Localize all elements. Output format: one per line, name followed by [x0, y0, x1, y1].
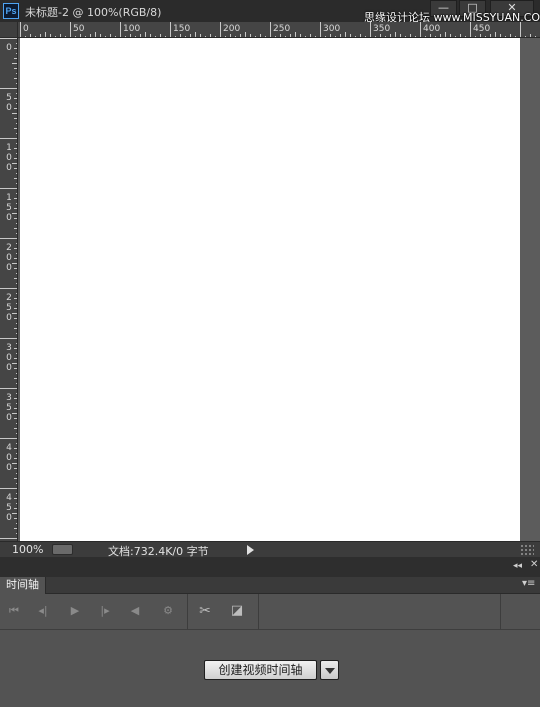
scissors-icon[interactable]: ✂: [197, 603, 213, 619]
ruler-label: 0: [6, 463, 12, 473]
navigator-thumbnail-icon[interactable]: [52, 544, 73, 555]
panel-menu-icon[interactable]: ▾≡: [522, 578, 535, 589]
ruler-label: 250: [273, 24, 291, 34]
workspace-right-margin: [520, 38, 540, 541]
ruler-label: 3: [6, 393, 12, 403]
toolbar-divider: [500, 594, 501, 630]
ruler-label: 5: [6, 203, 12, 213]
ruler-label: 2: [6, 293, 12, 303]
ruler-label: 0: [6, 163, 12, 173]
ruler-label: 200: [223, 24, 241, 34]
panel-dock-strip: [0, 557, 540, 577]
ruler-label: 5: [6, 503, 12, 513]
next-frame-icon[interactable]: |▸: [97, 603, 113, 619]
ruler-label: 300: [323, 24, 341, 34]
ruler-label: 50: [73, 24, 85, 34]
ruler-label: 0: [6, 43, 12, 53]
ruler-label: 2: [6, 243, 12, 253]
document-status-bar: 100% 文档:732.4K/0 字节: [0, 541, 540, 558]
ruler-label: 5: [6, 403, 12, 413]
ruler-origin-corner[interactable]: [0, 22, 18, 38]
timeline-tab-row: 时间轴 ▾≡: [0, 577, 540, 594]
ruler-label: 0: [6, 253, 12, 263]
ruler-label: 1: [6, 193, 12, 203]
ruler-label: 0: [6, 263, 12, 273]
ruler-label: 1: [6, 143, 12, 153]
document-title: 未标题-2 @ 100%(RGB/8): [25, 6, 162, 19]
ruler-label: 350: [373, 24, 391, 34]
ruler-label: 0: [6, 513, 12, 523]
ruler-label: 5: [6, 93, 12, 103]
timeline-panel-body: 创建视频时间轴: [0, 631, 540, 707]
timeline-controls: ⏮ ◂| ▶ |▸ ◀ ⚙ ✂ ◪: [0, 594, 540, 630]
ruler-label: 4: [6, 493, 12, 503]
ruler-label: 0: [6, 313, 12, 323]
audio-icon[interactable]: ◀: [127, 603, 143, 619]
close-panel-icon[interactable]: ✕: [530, 560, 538, 570]
document-canvas[interactable]: [20, 38, 520, 541]
toolbar-divider: [187, 594, 188, 630]
tab-timeline[interactable]: 时间轴: [0, 577, 46, 594]
ruler-label: 150: [173, 24, 191, 34]
ruler-label: 0: [6, 213, 12, 223]
ruler-label: 400: [423, 24, 441, 34]
ruler-label: 5: [6, 303, 12, 313]
ruler-label: 4: [6, 443, 12, 453]
toolbar-divider: [258, 594, 259, 630]
document-title-bar[interactable]: Ps 未标题-2 @ 100%(RGB/8) — □ ✕ 思缘设计论坛 www.…: [0, 0, 540, 24]
photoshop-app-icon: Ps: [3, 3, 19, 19]
ruler-label: 3: [6, 343, 12, 353]
first-frame-icon[interactable]: ⏮: [6, 603, 22, 619]
horizontal-ruler[interactable]: 0 50 100 150 200 250 300 350 400 450: [18, 22, 540, 38]
timeline-mode-dropdown[interactable]: [320, 660, 339, 680]
collapse-panels-icon[interactable]: ◂◂: [513, 561, 522, 571]
ruler-label: 100: [123, 24, 141, 34]
status-menu-arrow-icon[interactable]: [247, 545, 254, 555]
ruler-label: 0: [6, 363, 12, 373]
ruler-label: 450: [473, 24, 491, 34]
zoom-level[interactable]: 100%: [12, 543, 43, 556]
resize-grip-icon[interactable]: [520, 544, 534, 556]
ruler-label: 0: [6, 103, 12, 113]
play-icon[interactable]: ▶: [67, 603, 83, 619]
ruler-label: 0: [6, 453, 12, 463]
previous-frame-icon[interactable]: ◂|: [35, 603, 51, 619]
ruler-label: 0: [6, 153, 12, 163]
transition-icon[interactable]: ◪: [229, 603, 245, 619]
ruler-label: 0: [23, 24, 29, 34]
ruler-label: 0: [6, 353, 12, 363]
settings-gear-icon[interactable]: ⚙: [160, 603, 176, 619]
create-video-timeline-button[interactable]: 创建视频时间轴: [204, 660, 317, 680]
vertical-ruler[interactable]: 050100150200250300350400450: [0, 38, 18, 541]
chevron-down-icon: [325, 668, 335, 674]
ruler-label: 0: [6, 413, 12, 423]
